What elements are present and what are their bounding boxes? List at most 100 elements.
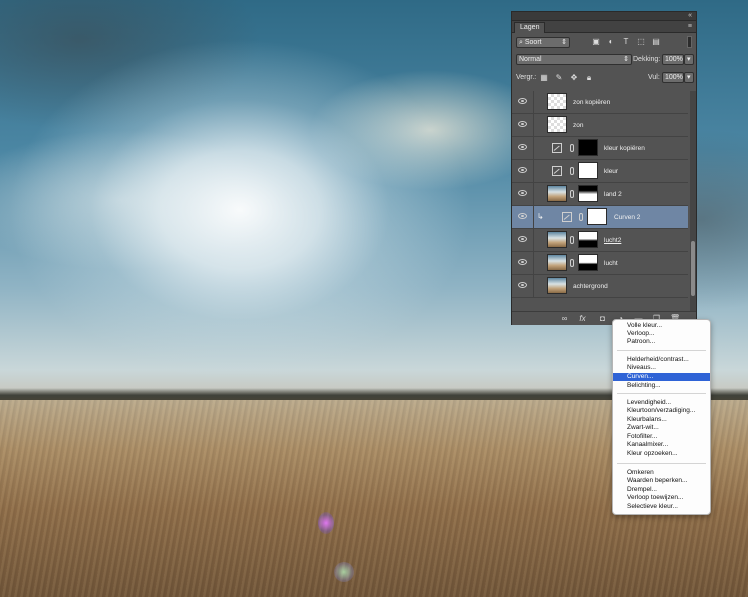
layer-mask-thumbnail[interactable] bbox=[578, 162, 598, 179]
chain-link-icon[interactable] bbox=[570, 167, 574, 175]
tab-layers[interactable]: Lagen bbox=[514, 22, 546, 33]
menu-item-hue-saturation[interactable]: Kleurtoon/verzadiging... bbox=[613, 407, 710, 415]
menu-item-channel-mixer[interactable]: Kanaalmixer... bbox=[613, 441, 710, 449]
eye-icon[interactable] bbox=[518, 190, 527, 196]
layer-row[interactable]: zon kopiëren bbox=[512, 91, 688, 114]
eye-icon[interactable] bbox=[518, 236, 527, 242]
layer-row[interactable]: lucht2 bbox=[512, 229, 688, 252]
layer-row[interactable]: kleur bbox=[512, 160, 688, 183]
layer-row[interactable]: lucht bbox=[512, 252, 688, 275]
layer-row[interactable]: achtergrond bbox=[512, 275, 688, 298]
blend-row: Normal ⇕ Dekking: 100% ▾ bbox=[512, 51, 696, 69]
opacity-input[interactable]: 100% bbox=[662, 54, 684, 65]
layer-name: kleur kopiëren bbox=[604, 145, 645, 152]
fill-dropdown[interactable]: ▾ bbox=[684, 72, 694, 83]
layers-scrollbar[interactable] bbox=[690, 91, 696, 311]
menu-item-invert[interactable]: Omkeren bbox=[613, 469, 710, 477]
layer-name: lucht2 bbox=[604, 237, 622, 244]
layer-row[interactable]: kleur kopiëren bbox=[512, 137, 688, 160]
adjustment-filter-icon[interactable]: ◐ bbox=[607, 38, 615, 46]
menu-item-color-lookup[interactable]: Kleur opzoeken... bbox=[613, 450, 710, 458]
layer-row-selected[interactable]: ↳ Curven 2 bbox=[512, 206, 688, 229]
eye-icon[interactable] bbox=[518, 121, 527, 127]
fill-label: Vul: bbox=[648, 74, 660, 81]
opacity-dropdown[interactable]: ▾ bbox=[684, 54, 694, 65]
layer-name: achtergrond bbox=[573, 283, 608, 290]
layers-panel: « Lagen ≡ ⌕ Soort ⇕ ▣ ◐ T ⬚ ▤ Normal ⇕ D… bbox=[511, 11, 697, 325]
panel-header[interactable]: « bbox=[512, 12, 696, 21]
blend-mode-value: Normal bbox=[519, 56, 542, 63]
menu-item-color-balance[interactable]: Kleurbalans... bbox=[613, 416, 710, 424]
lock-move-icon[interactable]: ✥ bbox=[570, 74, 578, 82]
layer-mask-thumbnail[interactable] bbox=[578, 231, 598, 248]
fx-icon[interactable]: fx bbox=[578, 314, 587, 323]
layer-row[interactable]: land 2 bbox=[512, 183, 688, 206]
menu-item-black-white[interactable]: Zwart-wit... bbox=[613, 424, 710, 432]
layer-name: zon bbox=[573, 122, 584, 129]
menu-item-levels[interactable]: Niveaus... bbox=[613, 364, 710, 372]
layer-thumbnail bbox=[547, 277, 567, 294]
eye-icon[interactable] bbox=[518, 167, 527, 173]
eye-icon[interactable] bbox=[518, 144, 527, 150]
lock-transparency-icon[interactable]: ▦ bbox=[540, 74, 548, 82]
panel-menu-icon[interactable]: ≡ bbox=[688, 23, 692, 30]
menu-item-exposure[interactable]: Belichting... bbox=[613, 382, 710, 390]
menu-item-gradient-map[interactable]: Verloop toewijzen... bbox=[613, 494, 710, 502]
layer-mask-thumbnail[interactable] bbox=[578, 254, 598, 271]
filter-toggle[interactable] bbox=[687, 36, 692, 48]
layer-mask-thumbnail[interactable] bbox=[578, 139, 598, 156]
menu-item-posterize[interactable]: Waarden beperken... bbox=[613, 477, 710, 485]
shape-filter-icon[interactable]: ⬚ bbox=[637, 38, 645, 46]
layer-name: land 2 bbox=[604, 191, 622, 198]
opacity-label: Dekking: bbox=[633, 56, 661, 63]
menu-separator bbox=[617, 393, 706, 394]
menu-item-curves[interactable]: Curven... bbox=[613, 373, 710, 381]
menu-separator bbox=[617, 463, 706, 464]
chain-link-icon[interactable] bbox=[570, 144, 574, 152]
type-filter-icon[interactable]: T bbox=[622, 38, 630, 46]
menu-item-threshold[interactable]: Drempel... bbox=[613, 486, 710, 494]
filter-row: ⌕ Soort ⇕ ▣ ◐ T ⬚ ▤ bbox=[512, 33, 696, 51]
curves-adjustment-icon bbox=[552, 166, 562, 176]
menu-separator bbox=[617, 350, 706, 351]
eye-icon[interactable] bbox=[518, 259, 527, 265]
menu-item-brightness-contrast[interactable]: Helderheid/contrast... bbox=[613, 356, 710, 364]
menu-item-vibrance[interactable]: Levendigheid... bbox=[613, 399, 710, 407]
menu-item-solid-color[interactable]: Volle kleur... bbox=[613, 322, 710, 330]
layer-mask-thumbnail[interactable] bbox=[587, 208, 607, 225]
layer-mask-thumbnail[interactable] bbox=[578, 185, 598, 202]
eye-icon[interactable] bbox=[518, 282, 527, 288]
chain-link-icon[interactable] bbox=[570, 236, 574, 244]
lock-label: Vergr.: bbox=[516, 74, 537, 81]
smartobject-filter-icon[interactable]: ▤ bbox=[652, 38, 660, 46]
layer-row[interactable]: zon bbox=[512, 114, 688, 137]
eye-icon[interactable] bbox=[518, 98, 527, 104]
scrollbar-thumb[interactable] bbox=[691, 241, 695, 296]
menu-item-selective-color[interactable]: Selectieve kleur... bbox=[613, 503, 710, 511]
menu-item-gradient[interactable]: Verloop... bbox=[613, 330, 710, 338]
adjustment-layer-menu: Volle kleur... Verloop... Patroon... Hel… bbox=[612, 319, 711, 515]
chain-link-icon[interactable] bbox=[579, 213, 583, 221]
chain-link-icon[interactable] bbox=[570, 259, 574, 267]
blend-mode-select[interactable]: Normal ⇕ bbox=[516, 54, 632, 65]
filter-kind-select[interactable]: ⌕ Soort ⇕ bbox=[516, 37, 570, 48]
layer-thumbnail bbox=[547, 231, 567, 248]
lock-all-icon[interactable]: 🔒︎ bbox=[585, 74, 593, 82]
chain-link-icon[interactable] bbox=[570, 190, 574, 198]
eye-icon[interactable] bbox=[518, 213, 527, 219]
updown-icon: ⇕ bbox=[623, 56, 629, 63]
menu-item-photo-filter[interactable]: Fotofilter... bbox=[613, 433, 710, 441]
layer-thumbnail bbox=[547, 93, 567, 110]
collapse-icon[interactable]: « bbox=[688, 12, 692, 20]
lock-row: Vergr.: ▦ ✎ ✥ 🔒︎ Vul: 100% ▾ bbox=[512, 69, 696, 87]
search-icon: ⌕ bbox=[519, 39, 523, 46]
fill-input[interactable]: 100% bbox=[662, 72, 684, 83]
menu-item-pattern[interactable]: Patroon... bbox=[613, 338, 710, 346]
image-filter-icon[interactable]: ▣ bbox=[592, 38, 600, 46]
lock-brush-icon[interactable]: ✎ bbox=[555, 74, 563, 82]
curves-adjustment-icon bbox=[552, 143, 562, 153]
clipping-arrow-icon: ↳ bbox=[537, 212, 544, 221]
layer-name: lucht bbox=[604, 260, 618, 267]
mask-icon[interactable]: ◘ bbox=[598, 314, 607, 323]
link-icon[interactable]: ∞ bbox=[560, 314, 569, 323]
